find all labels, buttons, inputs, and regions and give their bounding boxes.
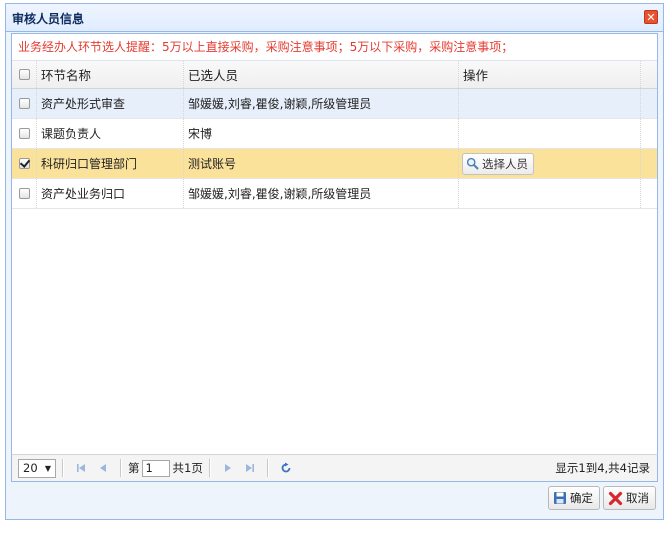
row-checkbox-cell [12,149,37,178]
action-cell [459,119,641,148]
pagination-bar: 20 ▼ 第 1 共1页 显示1到4,共4记录 [11,454,658,482]
row-spacer [641,179,657,208]
confirm-label: 确定 [570,491,593,505]
pager-separator [208,459,211,477]
close-icon[interactable]: ✕ [644,10,658,24]
row-spacer [641,89,657,118]
pager-separator [120,459,122,477]
action-cell: 选择人员 [459,149,641,178]
save-icon [554,492,566,504]
first-page-icon[interactable] [73,460,89,476]
page-total-label: 共1页 [172,461,203,475]
pager-separator [266,459,269,477]
row-checkbox[interactable] [18,188,30,199]
record-info: 显示1到4,共4记录 [555,461,650,475]
grid-panel: 业务经办人环节选人提醒：5万以上直接采购，采购注意事项；5万以下采购，采购注意事… [11,33,658,481]
select-person-label: 选择人员 [482,156,528,171]
row-checkbox[interactable] [18,158,30,169]
cancel-button[interactable]: 取消 [603,486,656,510]
selected-people: 测试账号 [184,149,459,178]
select-person-button[interactable]: 选择人员 [462,152,534,175]
column-header-people[interactable]: 已选人员 [184,61,459,88]
page-size-select[interactable]: 20 ▼ [18,458,56,478]
cancel-label: 取消 [626,491,649,505]
search-icon [466,157,479,170]
grid-header: 环节名称 已选人员 操作 [12,61,657,89]
column-header-spacer [641,61,657,88]
page-number-input[interactable]: 1 [141,459,170,477]
row-checkbox[interactable] [18,128,30,139]
stage-name: 课题负责人 [37,119,184,148]
reminder-text: 业务经办人环节选人提醒：5万以上直接采购，采购注意事项；5万以下采购，采购注意事… [12,34,657,61]
table-row[interactable]: 资产处业务归口 邹媛媛,刘睿,瞿俊,谢颖,所级管理员 [12,179,657,209]
table-row[interactable]: 资产处形式审查 邹媛媛,刘睿,瞿俊,谢颖,所级管理员 [12,89,657,119]
page-size-value: 20 [23,461,38,475]
audit-dialog: 审核人员信息 ✕ 业务经办人环节选人提醒：5万以上直接采购，采购注意事项；5万以… [5,3,664,520]
confirm-button[interactable]: 确定 [548,486,600,510]
select-all-checkbox[interactable] [18,69,30,80]
stage-name: 资产处业务归口 [37,179,184,208]
table-row[interactable]: 课题负责人 宋博 [12,119,657,149]
dialog-title: 审核人员信息 [12,12,85,26]
selected-people: 邹媛媛,刘睿,瞿俊,谢颖,所级管理员 [184,179,459,208]
action-cell [459,89,641,118]
row-checkbox-cell [12,179,37,208]
prev-page-icon[interactable] [95,460,111,476]
stage-name: 科研归口管理部门 [37,149,184,178]
row-checkbox-cell [12,89,37,118]
dialog-titlebar[interactable]: 审核人员信息 ✕ [6,4,663,32]
page-prefix-label: 第 [128,461,140,475]
row-checkbox-cell [12,119,37,148]
grid-body: 资产处形式审查 邹媛媛,刘睿,瞿俊,谢颖,所级管理员 课题负责人 宋博 科研归口管理部门… [12,89,657,209]
row-checkbox[interactable] [18,98,30,109]
action-cell [459,179,641,208]
column-header-name[interactable]: 环节名称 [37,61,184,88]
selected-people: 宋博 [184,119,459,148]
chevron-down-icon: ▼ [44,463,51,473]
column-header-action[interactable]: 操作 [459,61,641,88]
pager-separator [62,459,64,477]
selected-people: 邹媛媛,刘睿,瞿俊,谢颖,所级管理员 [184,89,459,118]
table-row[interactable]: 科研归口管理部门 测试账号 选择人员 [12,149,657,179]
row-spacer [641,119,657,148]
next-page-icon[interactable] [220,460,236,476]
stage-name: 资产处形式审查 [37,89,184,118]
cancel-icon [608,491,623,505]
row-spacer [641,149,657,178]
select-all-cell [12,61,37,88]
refresh-icon[interactable] [278,460,294,476]
last-page-icon[interactable] [242,460,258,476]
